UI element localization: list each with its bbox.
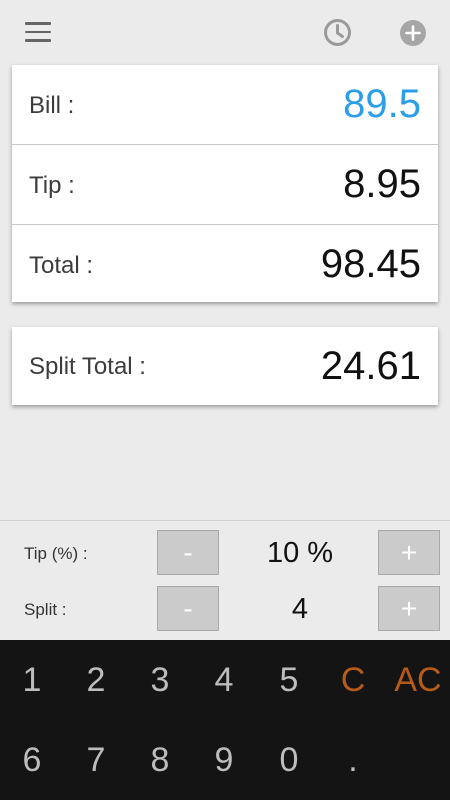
- key-8[interactable]: 8: [128, 720, 192, 800]
- key-2[interactable]: 2: [64, 640, 128, 720]
- split-total-card: Split Total : 24.61: [12, 327, 438, 405]
- key-0[interactable]: 0: [257, 720, 321, 800]
- key-5[interactable]: 5: [257, 640, 321, 720]
- summary-card: Bill : 89.5 Tip : 8.95 Total : 98.45: [12, 65, 438, 302]
- bill-row[interactable]: Bill : 89.5: [12, 65, 438, 145]
- bill-label: Bill :: [29, 92, 75, 119]
- key-clear[interactable]: C: [321, 640, 385, 720]
- number-keypad: 1 2 3 4 5 C AC 6 7 8 9 0 .: [0, 640, 450, 800]
- split-count-value: 4: [291, 593, 309, 625]
- tip-decrease-button[interactable]: -: [157, 530, 219, 575]
- plus-circle-icon[interactable]: [399, 19, 427, 47]
- tip-label: Tip :: [29, 172, 75, 199]
- tip-row: Tip : 8.95: [12, 145, 438, 225]
- top-bar: [0, 0, 450, 64]
- total-label: Total :: [29, 252, 94, 279]
- key-3[interactable]: 3: [128, 640, 192, 720]
- bill-value[interactable]: 89.5: [343, 82, 421, 127]
- tip-amount: 8.95: [343, 162, 421, 206]
- adjust-panel: Tip (%) : - 10 % + Split : - 4 +: [0, 520, 450, 641]
- key-9[interactable]: 9: [192, 720, 256, 800]
- key-4[interactable]: 4: [192, 640, 256, 720]
- split-total-row: Split Total : 24.61: [12, 327, 438, 405]
- clock-icon[interactable]: [323, 18, 352, 47]
- key-7[interactable]: 7: [64, 720, 128, 800]
- split-decrease-button[interactable]: -: [157, 586, 219, 631]
- tip-increase-button[interactable]: +: [378, 530, 440, 575]
- tip-percent-label: Tip (%) :: [24, 544, 88, 563]
- split-total-label: Split Total :: [29, 353, 146, 380]
- split-total-amount: 24.61: [320, 344, 421, 388]
- key-all-clear[interactable]: AC: [386, 640, 450, 720]
- total-row: Total : 98.45: [12, 225, 438, 304]
- key-6[interactable]: 6: [0, 720, 64, 800]
- total-amount: 98.45: [320, 242, 421, 286]
- menu-icon[interactable]: [25, 22, 51, 42]
- key-decimal[interactable]: .: [321, 720, 385, 800]
- split-increase-button[interactable]: +: [378, 586, 440, 631]
- tip-percent-value: 10 %: [266, 537, 334, 569]
- key-1[interactable]: 1: [0, 640, 64, 720]
- split-label: Split :: [24, 600, 67, 619]
